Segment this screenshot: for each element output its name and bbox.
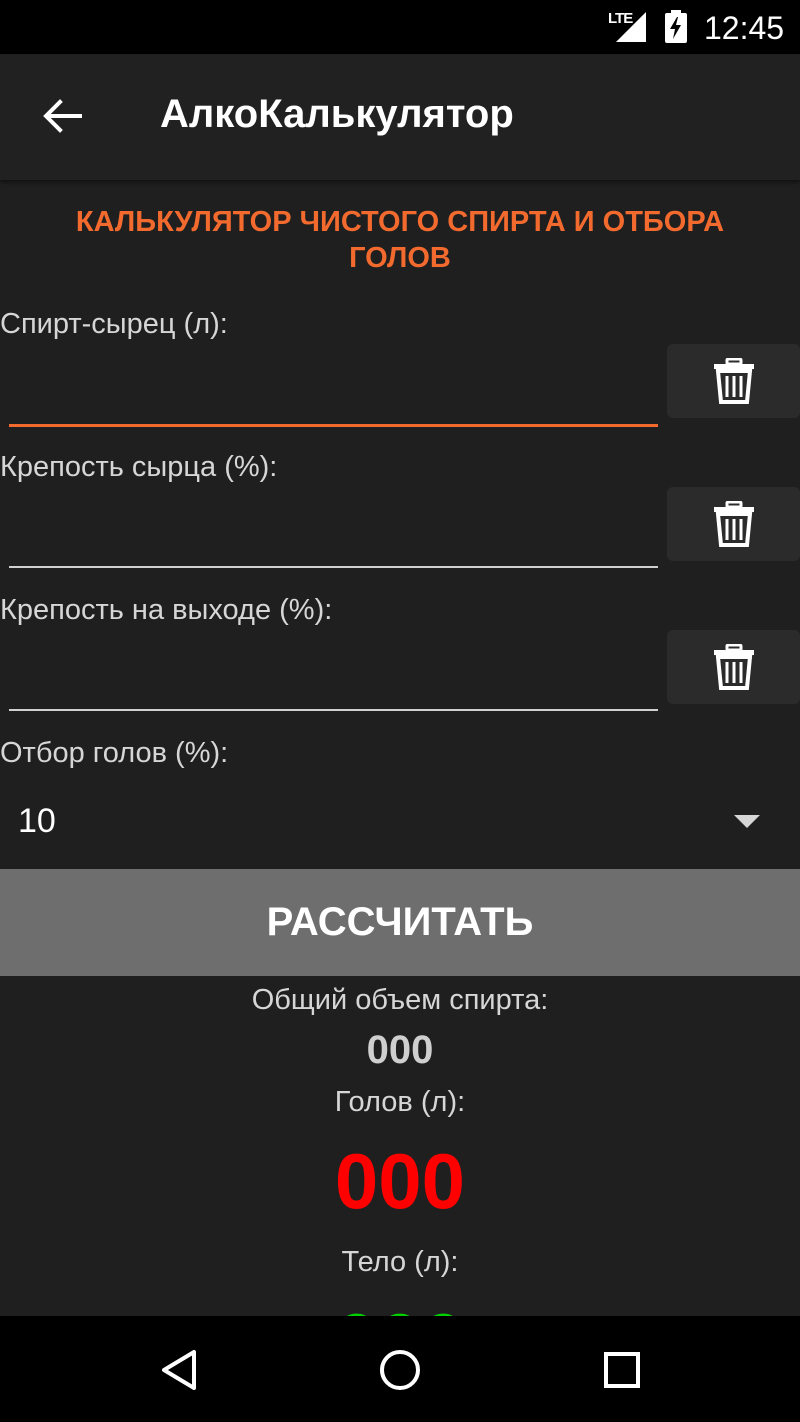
clear-raw-strength-button[interactable] [667, 487, 800, 561]
raw-strength-label: Крепость сырца (%): [0, 451, 278, 483]
heads-percent-label: Отбор голов (%): [0, 737, 229, 769]
system-nav-bar [0, 1316, 800, 1422]
output-strength-label: Крепость на выходе (%): [0, 594, 333, 626]
dropdown-caret-icon [734, 815, 760, 828]
raw-strength-input[interactable] [9, 508, 658, 564]
battery-charging-icon [665, 10, 687, 43]
total-spirit-label: Общий объем спирта: [251, 984, 549, 1016]
app-title: АлкоКалькулятор [160, 92, 514, 136]
trash-icon [713, 644, 754, 690]
body-volume-label: Тело (л): [341, 1246, 459, 1278]
raw-spirit-label: Спирт-сырец (л): [0, 308, 228, 340]
calculate-button[interactable]: РАССЧИТАТЬ [0, 869, 800, 976]
heads-percent-select[interactable]: 10 [0, 780, 800, 864]
calculator-heading: КАЛЬКУЛЯТОР ЧИСТОГО СПИРТА И ОТБОРА ГОЛО… [75, 206, 725, 274]
heads-percent-value: 10 [18, 802, 56, 840]
heads-volume-value: 000 [334, 1137, 466, 1225]
clear-raw-spirit-button[interactable] [667, 344, 800, 418]
app-bar: АлкоКалькулятор [0, 54, 800, 180]
output-strength-input[interactable] [9, 651, 658, 707]
nav-home-icon[interactable] [376, 1346, 424, 1394]
raw-strength-underline [9, 566, 658, 568]
output-strength-underline [9, 709, 658, 711]
nav-back-icon[interactable] [156, 1346, 204, 1394]
clear-output-strength-button[interactable] [667, 630, 800, 704]
total-spirit-value: 000 [366, 1028, 434, 1072]
raw-spirit-input[interactable] [9, 366, 658, 422]
trash-icon [713, 501, 754, 547]
heads-volume-label: Голов (л): [334, 1086, 466, 1118]
network-type: LTE [608, 10, 633, 27]
nav-recents-icon[interactable] [598, 1346, 646, 1394]
clock: 12:45 [704, 10, 785, 46]
trash-icon [713, 358, 754, 404]
back-arrow-icon[interactable] [40, 94, 84, 138]
status-bar: LTE 12:45 [0, 0, 800, 54]
raw-spirit-underline [9, 424, 658, 427]
